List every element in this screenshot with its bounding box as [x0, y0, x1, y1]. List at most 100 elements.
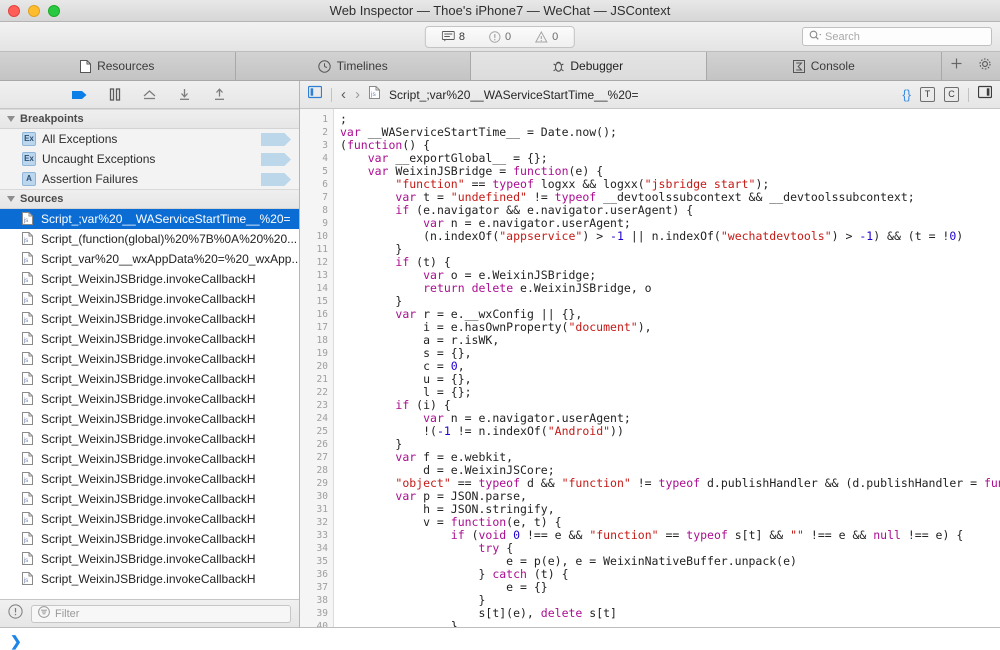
breakpoint-row-all-exceptions[interactable]: Ex All Exceptions [0, 129, 299, 149]
line-number[interactable]: 15 [300, 295, 333, 308]
source-list-item[interactable]: jsScript_WeixinJSBridge.invokeCallbackH [0, 549, 299, 569]
source-list-item[interactable]: jsScript_(function(global)%20%7B%0A%20%2… [0, 229, 299, 249]
resume-button[interactable] [71, 86, 89, 104]
line-number[interactable]: 23 [300, 399, 333, 412]
line-number[interactable]: 28 [300, 464, 333, 477]
breakpoint-marker-icon[interactable] [261, 133, 291, 146]
line-number[interactable]: 18 [300, 334, 333, 347]
step-into-button[interactable] [176, 86, 194, 104]
breakpoint-marker-icon[interactable] [261, 173, 291, 186]
tab-resources[interactable]: Resources [0, 52, 236, 80]
line-number[interactable]: 33 [300, 529, 333, 542]
line-number[interactable]: 30 [300, 490, 333, 503]
line-number[interactable]: 24 [300, 412, 333, 425]
chevron-down-icon[interactable] [7, 196, 15, 202]
code-line[interactable]: !(-1 != n.indexOf("Android")) [340, 425, 1000, 438]
line-number[interactable]: 39 [300, 607, 333, 620]
line-number[interactable]: 16 [300, 308, 333, 321]
section-header-breakpoints[interactable]: Breakpoints [0, 109, 299, 129]
line-number[interactable]: 36 [300, 568, 333, 581]
source-list-item[interactable]: jsScript_WeixinJSBridge.invokeCallbackH [0, 449, 299, 469]
source-list-item[interactable]: jsScript_WeixinJSBridge.invokeCallbackH [0, 289, 299, 309]
back-button[interactable]: ‹ [341, 87, 346, 102]
split-panel-button[interactable] [978, 85, 992, 104]
sidebar-scroll-area[interactable]: Breakpoints Ex All Exceptions Ex Uncaugh… [0, 109, 299, 599]
line-number[interactable]: 10 [300, 230, 333, 243]
filter-input[interactable]: Filter [31, 605, 291, 623]
source-list-item[interactable]: jsScript_WeixinJSBridge.invokeCallbackH [0, 529, 299, 549]
line-number[interactable]: 34 [300, 542, 333, 555]
pretty-print-button[interactable]: {} [902, 88, 911, 101]
forward-button[interactable]: › [355, 87, 360, 102]
step-out-button[interactable] [211, 86, 229, 104]
line-number[interactable]: 37 [300, 581, 333, 594]
code-line[interactable]: (n.indexOf("appservice") > -1 || n.index… [340, 230, 1000, 243]
tab-timelines[interactable]: Timelines [236, 52, 472, 80]
breadcrumb-path[interactable]: Script_;var%20__WAServiceStartTime__%20= [389, 88, 639, 102]
source-list-item[interactable]: jsScript_WeixinJSBridge.invokeCallbackH [0, 569, 299, 589]
source-list-item[interactable]: jsScript_WeixinJSBridge.invokeCallbackH [0, 429, 299, 449]
line-number[interactable]: 25 [300, 425, 333, 438]
info-circle-icon[interactable] [8, 604, 23, 624]
line-number[interactable]: 19 [300, 347, 333, 360]
code-line[interactable]: } [340, 620, 1000, 627]
line-number[interactable]: 4 [300, 152, 333, 165]
source-list-item[interactable]: jsScript_WeixinJSBridge.invokeCallbackH [0, 389, 299, 409]
line-number[interactable]: 11 [300, 243, 333, 256]
line-number[interactable]: 26 [300, 438, 333, 451]
search-input[interactable]: Search [802, 27, 992, 46]
add-tab-button[interactable] [950, 57, 963, 75]
error-count-button[interactable]: 0 [477, 27, 523, 47]
line-number[interactable]: 1 [300, 113, 333, 126]
source-list-item[interactable]: jsScript_WeixinJSBridge.invokeCallbackH [0, 309, 299, 329]
line-number[interactable]: 22 [300, 386, 333, 399]
line-number[interactable]: 27 [300, 451, 333, 464]
tab-debugger[interactable]: Debugger [471, 52, 707, 80]
line-number[interactable]: 2 [300, 126, 333, 139]
pause-button[interactable] [106, 86, 124, 104]
source-code[interactable]: ;var __WAServiceStartTime__ = Date.now()… [334, 109, 1000, 627]
line-number[interactable]: 13 [300, 269, 333, 282]
console-prompt-bar[interactable]: ❯ [0, 627, 1000, 650]
show-types-button[interactable]: T [920, 87, 935, 102]
line-number[interactable]: 8 [300, 204, 333, 217]
line-number[interactable]: 29 [300, 477, 333, 490]
line-number[interactable]: 38 [300, 594, 333, 607]
line-number[interactable]: 20 [300, 360, 333, 373]
line-number[interactable]: 5 [300, 165, 333, 178]
coverage-button[interactable]: C [944, 87, 959, 102]
line-number[interactable]: 6 [300, 178, 333, 191]
chevron-down-icon[interactable] [7, 116, 15, 122]
line-number[interactable]: 31 [300, 503, 333, 516]
line-number[interactable]: 35 [300, 555, 333, 568]
line-number[interactable]: 3 [300, 139, 333, 152]
breakpoint-row-assertion-failures[interactable]: A Assertion Failures [0, 169, 299, 189]
warning-count-button[interactable]: 0 [523, 27, 570, 47]
line-number[interactable]: 21 [300, 373, 333, 386]
source-list-item[interactable]: jsScript_var%20__wxAppData%20=%20_wxApp.… [0, 249, 299, 269]
source-list-item[interactable]: jsScript_WeixinJSBridge.invokeCallbackH [0, 329, 299, 349]
line-number[interactable]: 17 [300, 321, 333, 334]
line-number[interactable]: 32 [300, 516, 333, 529]
line-number[interactable]: 14 [300, 282, 333, 295]
code-line[interactable]: var __WAServiceStartTime__ = Date.now(); [340, 126, 1000, 139]
sidebar-toggle-icon[interactable] [308, 85, 322, 104]
code-line[interactable]: return delete e.WeixinJSBridge, o [340, 282, 1000, 295]
step-over-button[interactable] [141, 86, 159, 104]
source-list-item[interactable]: jsScript_WeixinJSBridge.invokeCallbackH [0, 269, 299, 289]
line-number[interactable]: 9 [300, 217, 333, 230]
section-header-sources[interactable]: Sources [0, 189, 299, 209]
zoom-window-button[interactable] [48, 5, 60, 17]
source-list-item[interactable]: jsScript_WeixinJSBridge.invokeCallbackH [0, 369, 299, 389]
close-window-button[interactable] [8, 5, 20, 17]
line-number[interactable]: 7 [300, 191, 333, 204]
source-list-item[interactable]: jsScript_WeixinJSBridge.invokeCallbackH [0, 409, 299, 429]
breakpoint-row-uncaught-exceptions[interactable]: Ex Uncaught Exceptions [0, 149, 299, 169]
breakpoint-marker-icon[interactable] [261, 153, 291, 166]
source-list-item[interactable]: jsScript_WeixinJSBridge.invokeCallbackH [0, 509, 299, 529]
minimize-window-button[interactable] [28, 5, 40, 17]
log-count-button[interactable]: 8 [430, 27, 477, 47]
source-list-item[interactable]: jsScript_;var%20__WAServiceStartTime__%2… [0, 209, 299, 229]
source-list-item[interactable]: jsScript_WeixinJSBridge.invokeCallbackH [0, 489, 299, 509]
tab-console[interactable]: Console [707, 52, 943, 80]
